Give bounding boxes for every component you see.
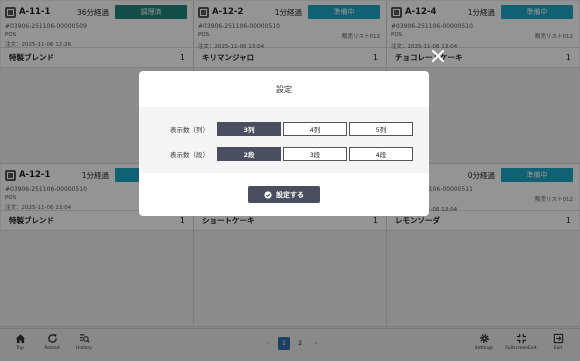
- columns-3-option[interactable]: 3列: [217, 122, 281, 136]
- close-icon[interactable]: [430, 48, 446, 64]
- columns-option-row: 表示数（列） 3列 4列 5列: [139, 122, 429, 136]
- apply-settings-label: 設定する: [276, 190, 304, 199]
- apply-settings-button[interactable]: 設定する: [248, 186, 320, 203]
- dialog-body: 表示数（列） 3列 4列 5列 表示数（段） 2段 3段 4段: [139, 107, 429, 173]
- columns-label: 表示数（列）: [170, 126, 209, 134]
- rows-option-row: 表示数（段） 2段 3段 4段: [139, 147, 429, 161]
- rows-label: 表示数（段）: [170, 151, 209, 159]
- dialog-title: 設定: [276, 84, 292, 94]
- check-circle-icon: [264, 190, 272, 199]
- dialog-footer: 設定する: [139, 173, 429, 216]
- rows-4-option[interactable]: 4段: [349, 147, 413, 161]
- settings-dialog: 設定 表示数（列） 3列 4列 5列 表示数（段） 2段 3段 4段 設定する: [139, 71, 429, 216]
- rows-3-option[interactable]: 3段: [283, 147, 347, 161]
- columns-4-option[interactable]: 4列: [283, 122, 347, 136]
- columns-5-option[interactable]: 5列: [349, 122, 413, 136]
- rows-2-option[interactable]: 2段: [217, 147, 281, 161]
